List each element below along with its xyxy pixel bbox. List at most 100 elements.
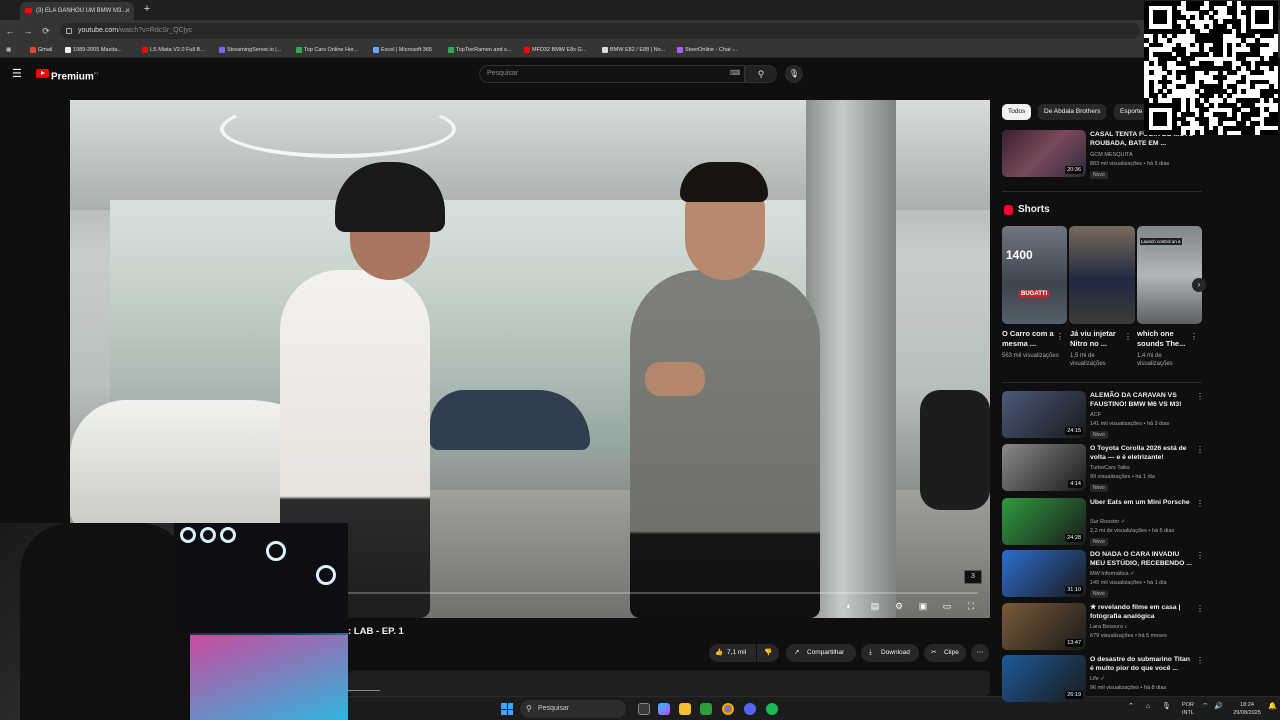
bookmark-item[interactable]: MFD32 BMW E8x G...	[524, 42, 586, 58]
url-input[interactable]: youtube.com/watch?v=RdcSr_QCjyc	[60, 23, 1140, 39]
tray-wifi-icon[interactable]: ⌔	[1202, 703, 1209, 711]
discord-icon[interactable]	[744, 703, 756, 715]
short-thumbnail[interactable]: 1400 BUGATTI	[1002, 226, 1067, 324]
keyboard-icon[interactable]: ⌨	[730, 70, 740, 77]
share-button[interactable]: ↗ Compartilhar	[786, 644, 856, 662]
video-title[interactable]: ALEMÃO DA CARAVAN VS FAUSTINO! BMW M6 VS…	[1090, 391, 1194, 409]
reload-button[interactable]: ⟳	[40, 25, 52, 37]
short-menu-icon[interactable]: ⋮	[1056, 332, 1064, 341]
video-title[interactable]: O desastre do submarino Titan é muito pi…	[1090, 655, 1194, 673]
video-channel[interactable]: MW Informática ✓	[1090, 571, 1135, 577]
video-title[interactable]: ★ revelando filme em casa | fotografia a…	[1090, 603, 1194, 621]
copilot-icon[interactable]	[658, 703, 670, 715]
video-menu-icon[interactable]: ⋮	[1196, 604, 1204, 613]
short-title[interactable]: O Carro com a mesma ...	[1002, 329, 1058, 349]
chrome-icon[interactable]	[722, 703, 734, 715]
video-channel[interactable]: TurboCars Talks	[1090, 465, 1130, 471]
video-frame-black-car	[920, 390, 990, 510]
apps-grid-icon[interactable]: ▦	[6, 42, 18, 58]
short-thumbnail[interactable]	[1069, 226, 1135, 324]
description-box[interactable]	[348, 670, 990, 696]
like-button[interactable]: 👍 7,1 mil	[709, 644, 756, 662]
short-menu-icon[interactable]: ⋮	[1124, 332, 1132, 341]
voice-search-button[interactable]: 🎙	[785, 65, 803, 83]
video-thumbnail[interactable]: 24:28	[1002, 498, 1086, 545]
qr-module	[1162, 93, 1168, 99]
search-button[interactable]: ⚲	[745, 65, 777, 83]
video-title[interactable]: O Toyota Corolla 2026 está de volta — e …	[1090, 444, 1194, 462]
short-menu-icon[interactable]: ⋮	[1190, 332, 1198, 341]
chip-channel[interactable]: De Abdala Brothers	[1038, 104, 1107, 120]
task-view-icon[interactable]	[638, 703, 650, 715]
bookmark-item[interactable]: Gmail	[30, 42, 52, 58]
browser-tab[interactable]: (3) ELA GANHOU UM BMW M3... ×	[20, 2, 134, 20]
video-menu-icon[interactable]: ⋮	[1196, 445, 1204, 454]
bookmark-item[interactable]: 1989-2005 Mazda...	[65, 42, 122, 58]
tray-chevron-icon[interactable]: ⌃	[1128, 703, 1134, 711]
short-title[interactable]: Já viu injetar Nitro no ...	[1070, 329, 1126, 349]
store-icon[interactable]	[700, 703, 712, 715]
tray-network-icon[interactable]: ⌂	[1146, 703, 1150, 711]
bookmark-favicon-icon	[219, 47, 225, 53]
autoplay-toggle[interactable]: ◐	[842, 600, 856, 612]
video-thumbnail[interactable]: 13:47	[1002, 603, 1086, 650]
video-menu-icon[interactable]: ⋮	[1196, 499, 1204, 508]
video-channel[interactable]: Lara Besouro ♪	[1090, 624, 1127, 630]
video-menu-icon[interactable]: ⋮	[1196, 551, 1204, 560]
bookmark-item[interactable]: StreamingServer.io |...	[219, 42, 281, 58]
more-actions-button[interactable]: ⋯	[971, 644, 989, 662]
video-channel[interactable]: Sur Rooster ✓	[1090, 519, 1125, 525]
chip-all[interactable]: Todos	[1002, 104, 1032, 120]
video-title[interactable]: Uber Eats em um Mini Porsche	[1090, 498, 1194, 507]
bookmark-item[interactable]: Top Cars Online Hor...	[296, 42, 358, 58]
bookmark-item[interactable]: Excel | Microsoft 365	[373, 42, 432, 58]
subtitles-icon[interactable]: ▤	[868, 600, 882, 612]
short-thumbnail[interactable]: Launch control on a	[1137, 226, 1202, 324]
fullscreen-icon[interactable]: ⛶	[964, 600, 978, 612]
spotify-icon[interactable]	[766, 703, 778, 715]
video-thumbnail[interactable]: 20:36	[1002, 130, 1086, 177]
theater-mode-icon[interactable]: ▭	[940, 600, 954, 612]
bookmark-label: LS Miata V2.0 Full B...	[150, 47, 205, 53]
qr-module	[1208, 102, 1214, 108]
forward-button[interactable]: →	[22, 25, 34, 37]
clock[interactable]: 18:24 29/08/2025	[1230, 701, 1264, 717]
bookmark-item[interactable]: LS Miata V2.0 Full B...	[142, 42, 205, 58]
video-channel[interactable]: GCM MESQUITA	[1090, 152, 1133, 158]
dislike-button[interactable]: 👎	[757, 644, 779, 662]
channel-watermark[interactable]: 3	[964, 570, 982, 584]
menu-icon[interactable]: ☰	[12, 68, 24, 80]
settings-gear-icon[interactable]: ⚙	[892, 600, 906, 612]
bookmark-item[interactable]: SteerOnline - Chat -...	[677, 42, 739, 58]
file-explorer-icon[interactable]	[679, 703, 691, 715]
qr-module	[1185, 130, 1191, 136]
shorts-next-button[interactable]: ›	[1192, 278, 1206, 292]
download-button[interactable]: ⤓ Download	[861, 644, 919, 662]
bookmark-item[interactable]: BMW E82 / E88 | No...	[602, 42, 665, 58]
clip-button[interactable]: ✂ Clipe	[924, 644, 966, 662]
youtube-premium-logo[interactable]: PremiumPT	[36, 67, 99, 82]
video-channel[interactable]: Life ✓	[1090, 676, 1105, 682]
video-title[interactable]: DO NADA O CARA INVADIU MEU ESTÚDIO, RECE…	[1090, 550, 1194, 568]
windows-start-icon[interactable]	[501, 703, 513, 715]
tab-close-icon[interactable]: ×	[125, 2, 130, 20]
video-thumbnail[interactable]: 24:15	[1002, 391, 1086, 438]
bookmark-item[interactable]: TopTierRamen and s...	[448, 42, 511, 58]
site-info-icon[interactable]	[66, 28, 72, 34]
miniplayer-icon[interactable]: ▣	[916, 600, 930, 612]
video-channel[interactable]: ACF	[1090, 412, 1101, 418]
video-thumbnail[interactable]: 31:10	[1002, 550, 1086, 597]
tray-speaker-icon[interactable]: 🔊	[1214, 703, 1223, 711]
short-title[interactable]: which one sounds The...	[1137, 329, 1193, 349]
search-input[interactable]: Pesquisar	[479, 65, 745, 83]
video-menu-icon[interactable]: ⋮	[1196, 392, 1204, 401]
video-menu-icon[interactable]: ⋮	[1196, 656, 1204, 665]
taskbar-search-input[interactable]: ⚲ Pesquisar	[520, 700, 626, 718]
video-thumbnail[interactable]: 26:19	[1002, 655, 1086, 702]
notification-bell-icon[interactable]: 🔔	[1268, 703, 1277, 711]
tray-mic-icon[interactable]: 🎙	[1162, 703, 1171, 711]
video-thumbnail[interactable]: 4:14	[1002, 444, 1086, 491]
back-button[interactable]: ←	[4, 25, 16, 37]
new-tab-button[interactable]: +	[140, 2, 154, 16]
input-language-indicator[interactable]: POR INTL	[1178, 701, 1198, 717]
